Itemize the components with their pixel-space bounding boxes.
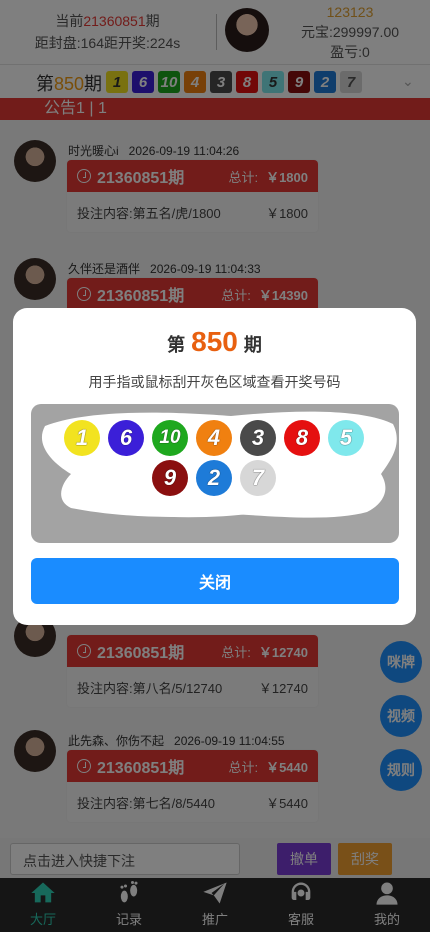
prize-number: 2	[196, 460, 232, 496]
modal-issue: 850	[191, 326, 238, 357]
prize-number: 1	[64, 420, 100, 456]
prize-number: 3	[240, 420, 276, 456]
title-suffix: 期	[243, 335, 262, 355]
close-button[interactable]: 关闭	[31, 558, 399, 604]
app-root: 当前21360851期 距封盘:164距开奖:224s 123123 元宝:29…	[0, 0, 430, 932]
prize-number: 6	[108, 420, 144, 456]
modal-subtitle: 用手指或鼠标刮开灰色区域查看开奖号码	[88, 374, 341, 390]
scratch-area[interactable]: 1 6 10 4 3 8 5 9 2 7	[31, 404, 399, 543]
prize-number: 7	[240, 460, 276, 496]
modal-title: 第 850 期	[13, 326, 416, 358]
prize-number: 8	[284, 420, 320, 456]
prize-number: 4	[196, 420, 232, 456]
prize-number: 5	[328, 420, 364, 456]
prize-number: 10	[152, 420, 188, 456]
prize-number: 9	[152, 460, 188, 496]
title-prefix: 第	[167, 335, 186, 355]
scratch-modal: 第 850 期 用手指或鼠标刮开灰色区域查看开奖号码 1 6 10 4 3 8 5 …	[13, 308, 416, 625]
